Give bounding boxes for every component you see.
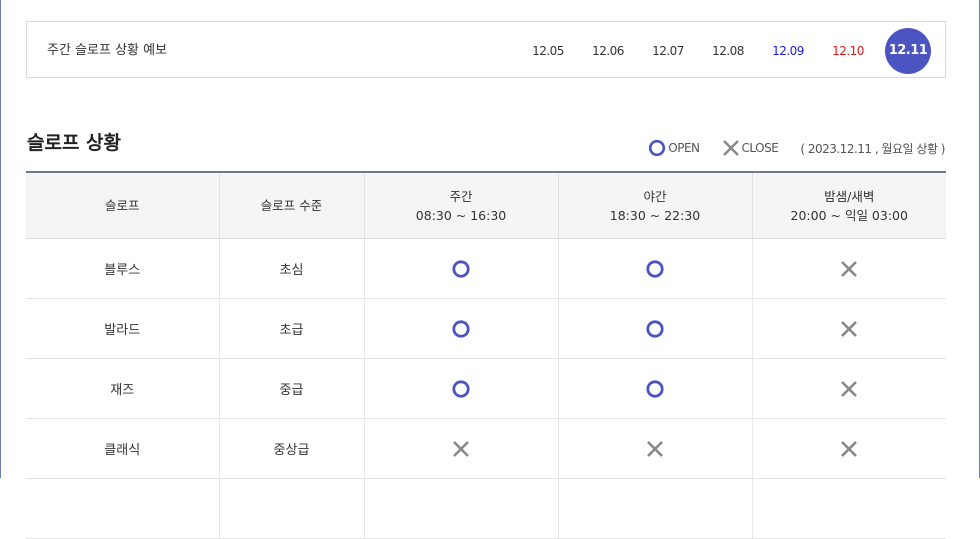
late-status	[752, 238, 946, 299]
night-status	[558, 298, 753, 359]
open-circle-icon	[646, 319, 664, 338]
col-header-late: 밤샘/새벽 20:00 ~ 익일 03:00	[752, 171, 946, 239]
day-status	[364, 298, 559, 359]
slope-level: 초급	[219, 298, 365, 359]
legend-open: OPEN	[648, 139, 700, 157]
open-circle-icon	[646, 379, 664, 398]
late-status	[752, 478, 946, 539]
slope-name: 재즈	[26, 358, 220, 419]
section-title: 슬로프 상황	[27, 132, 122, 154]
night-status	[558, 358, 753, 419]
col-header-level: 슬로프 수준	[219, 171, 365, 239]
close-x-icon	[453, 440, 469, 457]
forecast-date[interactable]: 12.07	[638, 44, 698, 58]
col-header-day: 주간 08:30 ~ 16:30	[364, 171, 559, 239]
legend-open-label: OPEN	[668, 141, 700, 155]
forecast-date[interactable]: 12.06	[578, 44, 638, 58]
slope-status-table: 슬로프 슬로프 수준 주간 08:30 ~ 16:30 야간 18:30 ~ 22:…	[26, 171, 946, 539]
slope-name: 블루스	[26, 238, 220, 299]
slope-level: 초심	[219, 238, 365, 299]
legend-close-label: CLOSE	[741, 141, 779, 155]
slope-name	[26, 478, 220, 539]
slope-level: 중급	[219, 358, 365, 419]
table-row	[26, 478, 946, 539]
slope-name: 클래식	[26, 418, 220, 479]
close-x-icon	[841, 380, 858, 397]
table-row: 블루스 초심	[26, 238, 946, 299]
day-status	[364, 418, 559, 479]
forecast-dates: 12.05 12.06 12.07 12.08 12.09 12.10 12.11	[518, 22, 931, 79]
close-x-icon	[841, 260, 858, 277]
day-status	[364, 358, 559, 419]
open-circle-icon	[646, 259, 664, 278]
forecast-date[interactable]: 12.10	[818, 44, 878, 58]
slope-name: 발라드	[26, 298, 220, 359]
close-x-icon	[647, 440, 663, 457]
table-header-row: 슬로프 슬로프 수준 주간 08:30 ~ 16:30 야간 18:30 ~ 22:…	[26, 171, 946, 239]
forecast-title: 주간 슬로프 상황 예보	[47, 43, 168, 58]
late-status	[752, 358, 946, 419]
night-status	[558, 238, 753, 299]
col-header-night: 야간 18:30 ~ 22:30	[558, 171, 753, 239]
night-status	[558, 418, 753, 479]
legend-close: CLOSE	[722, 139, 779, 157]
late-status	[752, 298, 946, 359]
open-circle-icon	[452, 379, 470, 398]
open-circle-icon	[452, 319, 470, 338]
weekly-forecast-bar: 주간 슬로프 상황 예보 12.05 12.06 12.07 12.08 12.09 12…	[26, 21, 946, 78]
day-status	[364, 478, 559, 539]
forecast-date-selected[interactable]: 12.11	[885, 27, 931, 74]
table-row: 클래식 중상급	[26, 418, 946, 479]
col-header-slope: 슬로프	[26, 171, 220, 239]
status-date-note: ( 2023.12.11 , 월요일 상황 )	[800, 141, 945, 156]
table-row: 재즈 중급	[26, 358, 946, 419]
night-status	[558, 478, 753, 539]
slope-level: 중상급	[219, 418, 365, 479]
close-x-icon	[841, 440, 858, 457]
table-row: 발라드 초급	[26, 298, 946, 359]
forecast-date[interactable]: 12.09	[758, 44, 818, 58]
day-status	[364, 238, 559, 299]
slope-level	[219, 478, 365, 539]
close-x-icon	[722, 140, 739, 156]
close-x-icon	[841, 320, 858, 337]
open-circle-icon	[649, 139, 666, 157]
forecast-date[interactable]: 12.05	[518, 44, 578, 58]
open-circle-icon	[452, 259, 470, 278]
late-status	[752, 418, 946, 479]
forecast-date[interactable]: 12.08	[698, 44, 758, 58]
status-legend: OPEN CLOSE ( 2023.12.11 , 월요일 상황 )	[648, 139, 945, 157]
